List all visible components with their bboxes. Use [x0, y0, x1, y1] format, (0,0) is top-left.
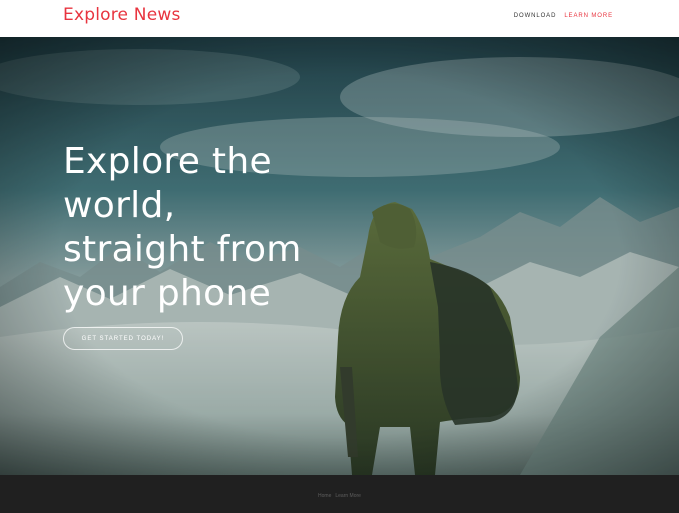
headline-line-4: your phone: [63, 273, 272, 314]
hero-section: Explore the world, straight from your ph…: [0, 37, 679, 475]
get-started-button[interactable]: GET STARTED TODAY!: [63, 327, 183, 350]
brand-logo-link[interactable]: Explore News: [63, 5, 181, 25]
navbar: Explore News DOWNLOAD LEARN MORE: [0, 0, 679, 37]
nav-link-download[interactable]: DOWNLOAD: [514, 13, 557, 19]
footer-link-home[interactable]: Home: [318, 493, 331, 499]
hero-headline: Explore the world, straight from your ph…: [63, 140, 363, 316]
headline-line-3: straight from: [63, 229, 302, 270]
footer-link-learn-more[interactable]: Learn More: [335, 493, 361, 499]
footer-links: Home Learn More: [0, 493, 679, 499]
headline-line-1: Explore the: [63, 141, 272, 182]
headline-line-2: world,: [63, 185, 176, 226]
nav-link-learn-more[interactable]: LEARN MORE: [564, 13, 613, 19]
nav-links: DOWNLOAD LEARN MORE: [514, 13, 613, 19]
footer: Home Learn More: [0, 475, 679, 513]
